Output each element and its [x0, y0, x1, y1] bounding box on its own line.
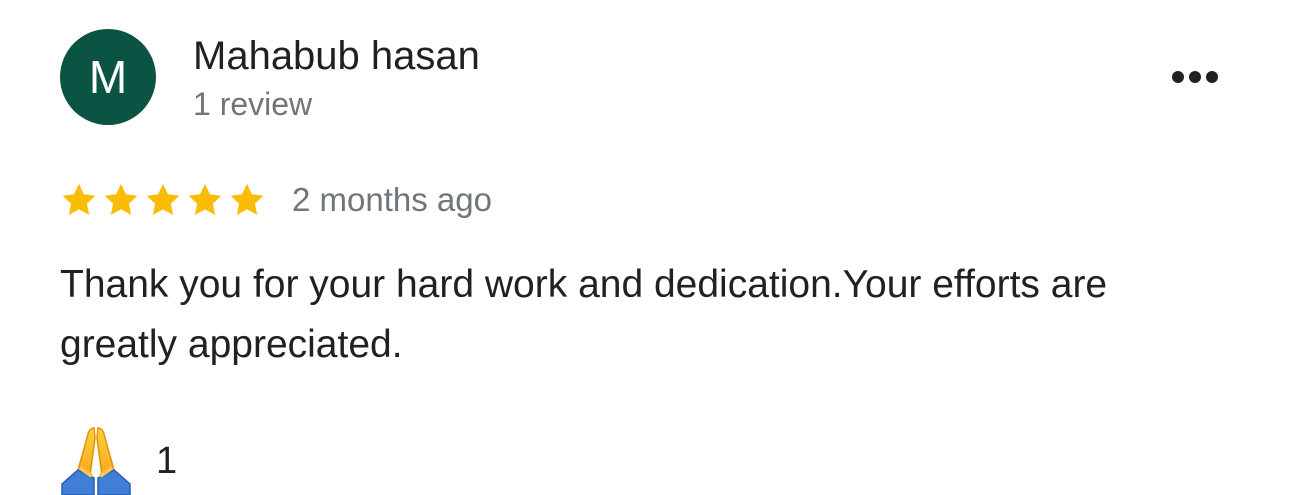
star-icon	[230, 183, 264, 215]
reviewer-name[interactable]: Mahabub hasan	[193, 34, 480, 79]
star-rating	[60, 181, 266, 219]
reaction-button[interactable]: 1	[60, 424, 177, 495]
more-horizontal-icon	[1172, 71, 1184, 83]
review-card: M Mahabub hasan 1 review 2 months ago Th…	[0, 0, 1290, 495]
folded-hands-icon	[61, 427, 131, 495]
avatar[interactable]: M	[60, 29, 156, 125]
more-options-button[interactable]	[1160, 56, 1230, 98]
more-dot	[1206, 71, 1218, 83]
star-icon	[62, 183, 96, 215]
rating-row: 2 months ago	[60, 178, 492, 222]
star-icon	[188, 183, 222, 215]
review-time: 2 months ago	[292, 181, 492, 218]
star-icon	[104, 183, 138, 215]
star-icon	[146, 183, 180, 215]
more-dot	[1189, 71, 1201, 83]
review-text: Thank you for your hard work and dedicat…	[60, 263, 1108, 366]
reviewer-review-count: 1 review	[193, 86, 313, 122]
avatar-initial: M	[88, 51, 128, 103]
reaction-count: 1	[156, 440, 178, 482]
